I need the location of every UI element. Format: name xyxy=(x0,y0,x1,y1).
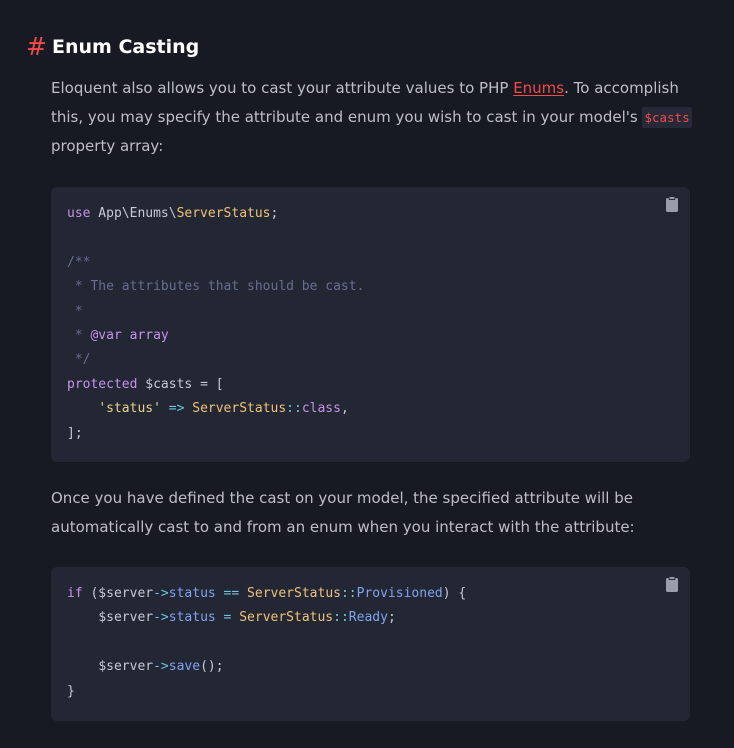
intro-text-end: property array: xyxy=(51,137,164,155)
clipboard-icon[interactable] xyxy=(665,576,679,592)
code-block-usage: if ($server->status == ServerStatus::Pro… xyxy=(51,567,690,721)
code-line: * @var array xyxy=(67,327,169,343)
usage-paragraph: Once you have defined the cast on your m… xyxy=(51,489,635,536)
code-line: if ($server->status == ServerStatus::Pro… xyxy=(67,586,467,601)
code-line: /** xyxy=(67,254,91,270)
code-line: 'status' => ServerStatus::class, xyxy=(98,401,349,417)
intro-text: Eloquent also allows you to cast your at… xyxy=(51,79,514,97)
code-line: use App\Enums\ServerStatus; xyxy=(67,206,279,221)
clipboard-icon[interactable] xyxy=(665,196,679,212)
anchor-hash-link[interactable]: # xyxy=(26,33,50,61)
code-line: * xyxy=(67,303,83,319)
code-block-casts: use App\Enums\ServerStatus; /** * The at… xyxy=(51,187,690,462)
enums-link[interactable]: Enums xyxy=(513,79,564,97)
code-line: protected $casts = [ xyxy=(67,376,224,392)
code-line: $server->status = ServerStatus::Ready; xyxy=(98,610,396,626)
code-line: $server->save(); xyxy=(98,659,224,675)
section-title: Enum Casting xyxy=(52,36,200,58)
documentation-page: # Enum Casting Eloquent also allows you … xyxy=(0,0,734,748)
casts-inline-code: $casts xyxy=(642,107,692,128)
code-line: * The attributes that should be cast. xyxy=(67,279,365,295)
code-line: */ xyxy=(67,352,91,368)
code-line: ]; xyxy=(67,425,83,441)
section-heading: # Enum Casting xyxy=(26,33,199,61)
code-line: } xyxy=(67,683,75,699)
intro-paragraph: Eloquent also allows you to cast your at… xyxy=(51,74,701,161)
